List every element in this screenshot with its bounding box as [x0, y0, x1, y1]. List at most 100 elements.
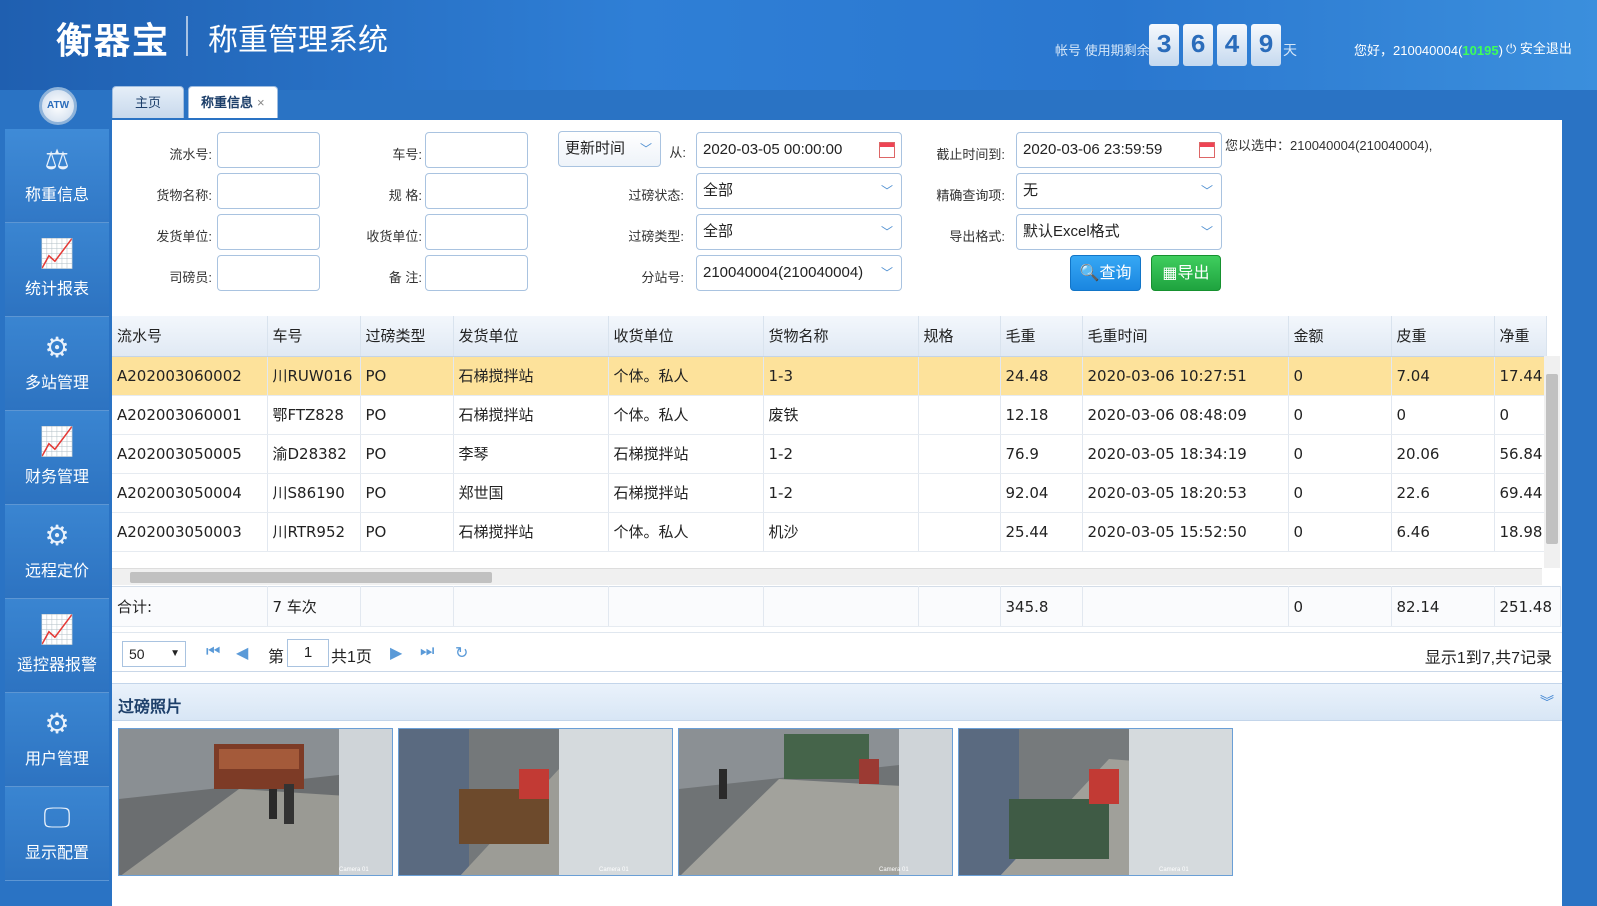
sidebar-item-remote-alarm[interactable]: 📈 遥控器报警: [5, 599, 109, 693]
sidebar-item-label: 多站管理: [24, 375, 89, 392]
column-header[interactable]: 净重: [1494, 316, 1547, 357]
vertical-scrollbar[interactable]: [1544, 356, 1560, 568]
weighing-photo[interactable]: Camera 01: [118, 728, 393, 876]
camera-image: Camera 01: [959, 729, 1232, 875]
tab-home[interactable]: 主页: [112, 86, 185, 118]
system-title: 称重管理系统: [208, 23, 388, 58]
camera-caption: Camera 01: [1159, 867, 1189, 873]
operator-label: 司磅员:: [169, 270, 212, 285]
table-cell: 川RTR952: [267, 512, 361, 552]
sidebar-item-weighing[interactable]: ⚖ 称重信息: [5, 129, 109, 223]
page-size-select[interactable]: 50 ▼: [122, 641, 186, 667]
from-date-input[interactable]: 2020-03-05 00:00:00: [696, 132, 902, 168]
table-row[interactable]: A202003060001 鄂FTZ828 PO 石梯搅拌站 个体。私人 废铁 12.18 2…: [112, 395, 1547, 435]
table-cell: [918, 512, 1001, 552]
sidebar-item-multisite[interactable]: ⚙ 多站管理: [5, 317, 109, 411]
sidebar-item-remote-pricing[interactable]: ⚙ 远程定价: [5, 505, 109, 599]
sender-input[interactable]: [217, 214, 320, 250]
chevron-down-icon: ﹀: [880, 266, 893, 280]
query-button[interactable]: 🔍查询: [1070, 255, 1141, 291]
sidebar-item-users[interactable]: ⚙ 用户管理: [5, 693, 109, 787]
table-row[interactable]: A202003050005 渝D28382 PO 李琴 石梯搅拌站 1-2 76.9 2020…: [112, 434, 1547, 474]
export-format-select[interactable]: 默认Excel格式 ﹀: [1016, 214, 1222, 250]
refresh-icon[interactable]: ↻: [455, 643, 468, 663]
operator-input[interactable]: [217, 255, 320, 291]
table-cell: 个体。私人: [608, 356, 764, 396]
sidebar-nav: ⚖ 称重信息 📈 统计报表 ⚙ 多站管理 📈 财务管理 ⚙ 远程定价 📈 遥控器报警 ⚙ 用户…: [5, 129, 109, 881]
column-header[interactable]: 货物名称: [763, 316, 919, 357]
spec-input[interactable]: [425, 173, 528, 209]
weighing-photo[interactable]: Camera 01: [398, 728, 673, 876]
logout-button[interactable]: ⏻ 安全退出: [1506, 38, 1572, 57]
table-cell: 2020-03-05 15:52:50: [1082, 512, 1289, 552]
prev-page-icon[interactable]: ◀: [236, 643, 248, 663]
day-digit: 4: [1217, 24, 1247, 66]
scroll-thumb[interactable]: [130, 572, 492, 583]
column-header[interactable]: 车号: [267, 316, 361, 357]
spec-label: 规 格:: [388, 188, 422, 203]
column-header[interactable]: 毛重时间: [1082, 316, 1289, 357]
page-number-input[interactable]: 1: [287, 639, 329, 667]
table-row[interactable]: A202003050003 川RTR952 PO 石梯搅拌站 个体。私人 机沙 25.44 2…: [112, 512, 1547, 552]
column-header[interactable]: 流水号: [112, 316, 268, 357]
goods-input[interactable]: [217, 173, 320, 209]
photos-panel-header[interactable]: 过磅照片 ︾: [112, 683, 1562, 721]
last-page-icon[interactable]: ⏭: [420, 643, 434, 661]
column-header[interactable]: 毛重: [1000, 316, 1083, 357]
table-cell: 17.44: [1494, 356, 1547, 396]
sidebar-item-finance[interactable]: 📈 财务管理: [5, 411, 109, 505]
gear-icon: ⚙: [44, 332, 70, 363]
plate-input[interactable]: [425, 132, 528, 168]
pagination-bar: 50 ▼ ⏮ ◀ 第 1 共1页 ▶ ⏭ ↻ 显示1到7,共7记录: [112, 632, 1562, 672]
table-cell: 石梯搅拌站: [608, 473, 764, 513]
status-select[interactable]: 全部 ﹀: [696, 173, 902, 209]
to-date-input[interactable]: 2020-03-06 23:59:59: [1016, 132, 1222, 168]
collapse-icon[interactable]: ︾: [1540, 692, 1554, 712]
export-button[interactable]: ▦导出: [1151, 255, 1221, 291]
first-page-icon[interactable]: ⏮: [206, 643, 220, 661]
status-value: 全部: [703, 182, 734, 199]
type-select[interactable]: 全部 ﹀: [696, 214, 902, 250]
sender-label: 发货单位:: [156, 229, 212, 244]
scroll-thumb[interactable]: [1546, 374, 1558, 544]
station-value: 210040004(210040004): [703, 264, 864, 281]
query-label: 查询: [1099, 265, 1132, 282]
tab-bar: 主页 称重信息 ×: [112, 86, 278, 120]
table-cell: 0: [1391, 395, 1495, 435]
table-cell: 1-2: [763, 473, 919, 513]
calendar-icon[interactable]: [879, 142, 895, 158]
table-row[interactable]: A202003050004 川S86190 PO 郑世国 石梯搅拌站 1-2 92.04 20…: [112, 473, 1547, 513]
tab-weighing-info[interactable]: 称重信息 ×: [188, 86, 278, 118]
weighing-photo[interactable]: Camera 01: [678, 728, 953, 876]
horizontal-scrollbar[interactable]: [112, 568, 1542, 585]
next-page-icon[interactable]: ▶: [390, 643, 402, 663]
close-icon[interactable]: ×: [257, 95, 265, 110]
column-header[interactable]: 规格: [918, 316, 1001, 357]
exact-select[interactable]: 无 ﹀: [1016, 173, 1222, 209]
sidebar-item-display[interactable]: 🖵 显示配置: [5, 787, 109, 881]
column-header[interactable]: 收货单位: [608, 316, 764, 357]
totals-row: 合计: 7 车次 345.8 0 82.14 251.48: [112, 586, 1561, 627]
column-header[interactable]: 皮重: [1391, 316, 1495, 357]
table-cell: 废铁: [763, 395, 919, 435]
record-info: 显示1到7,共7记录: [1424, 650, 1552, 667]
table-cell: 石梯搅拌站: [453, 356, 609, 396]
table-cell: 1-2: [763, 434, 919, 474]
remark-input[interactable]: [425, 255, 528, 291]
column-header[interactable]: 发货单位: [453, 316, 609, 357]
weighing-photo[interactable]: Camera 01: [958, 728, 1233, 876]
camera-image: Camera 01: [119, 729, 392, 875]
serial-input[interactable]: [217, 132, 320, 168]
export-format-label: 导出格式:: [949, 229, 1005, 244]
to-date-value: 2020-03-06 23:59:59: [1023, 141, 1163, 158]
table-row[interactable]: A202003060002 川RUW016 PO 石梯搅拌站 个体。私人 1-3 24.48…: [112, 356, 1547, 396]
column-header[interactable]: 金额: [1288, 316, 1392, 357]
receiver-input[interactable]: [425, 214, 528, 250]
station-select[interactable]: 210040004(210040004) ﹀: [696, 255, 902, 291]
column-header[interactable]: 过磅类型: [360, 316, 454, 357]
calendar-icon[interactable]: [1199, 142, 1215, 158]
remark-label: 备 注:: [388, 270, 422, 285]
total-cell: [608, 586, 764, 627]
time-type-select[interactable]: 更新时间 ﹀: [558, 131, 661, 167]
sidebar-item-reports[interactable]: 📈 统计报表: [5, 223, 109, 317]
